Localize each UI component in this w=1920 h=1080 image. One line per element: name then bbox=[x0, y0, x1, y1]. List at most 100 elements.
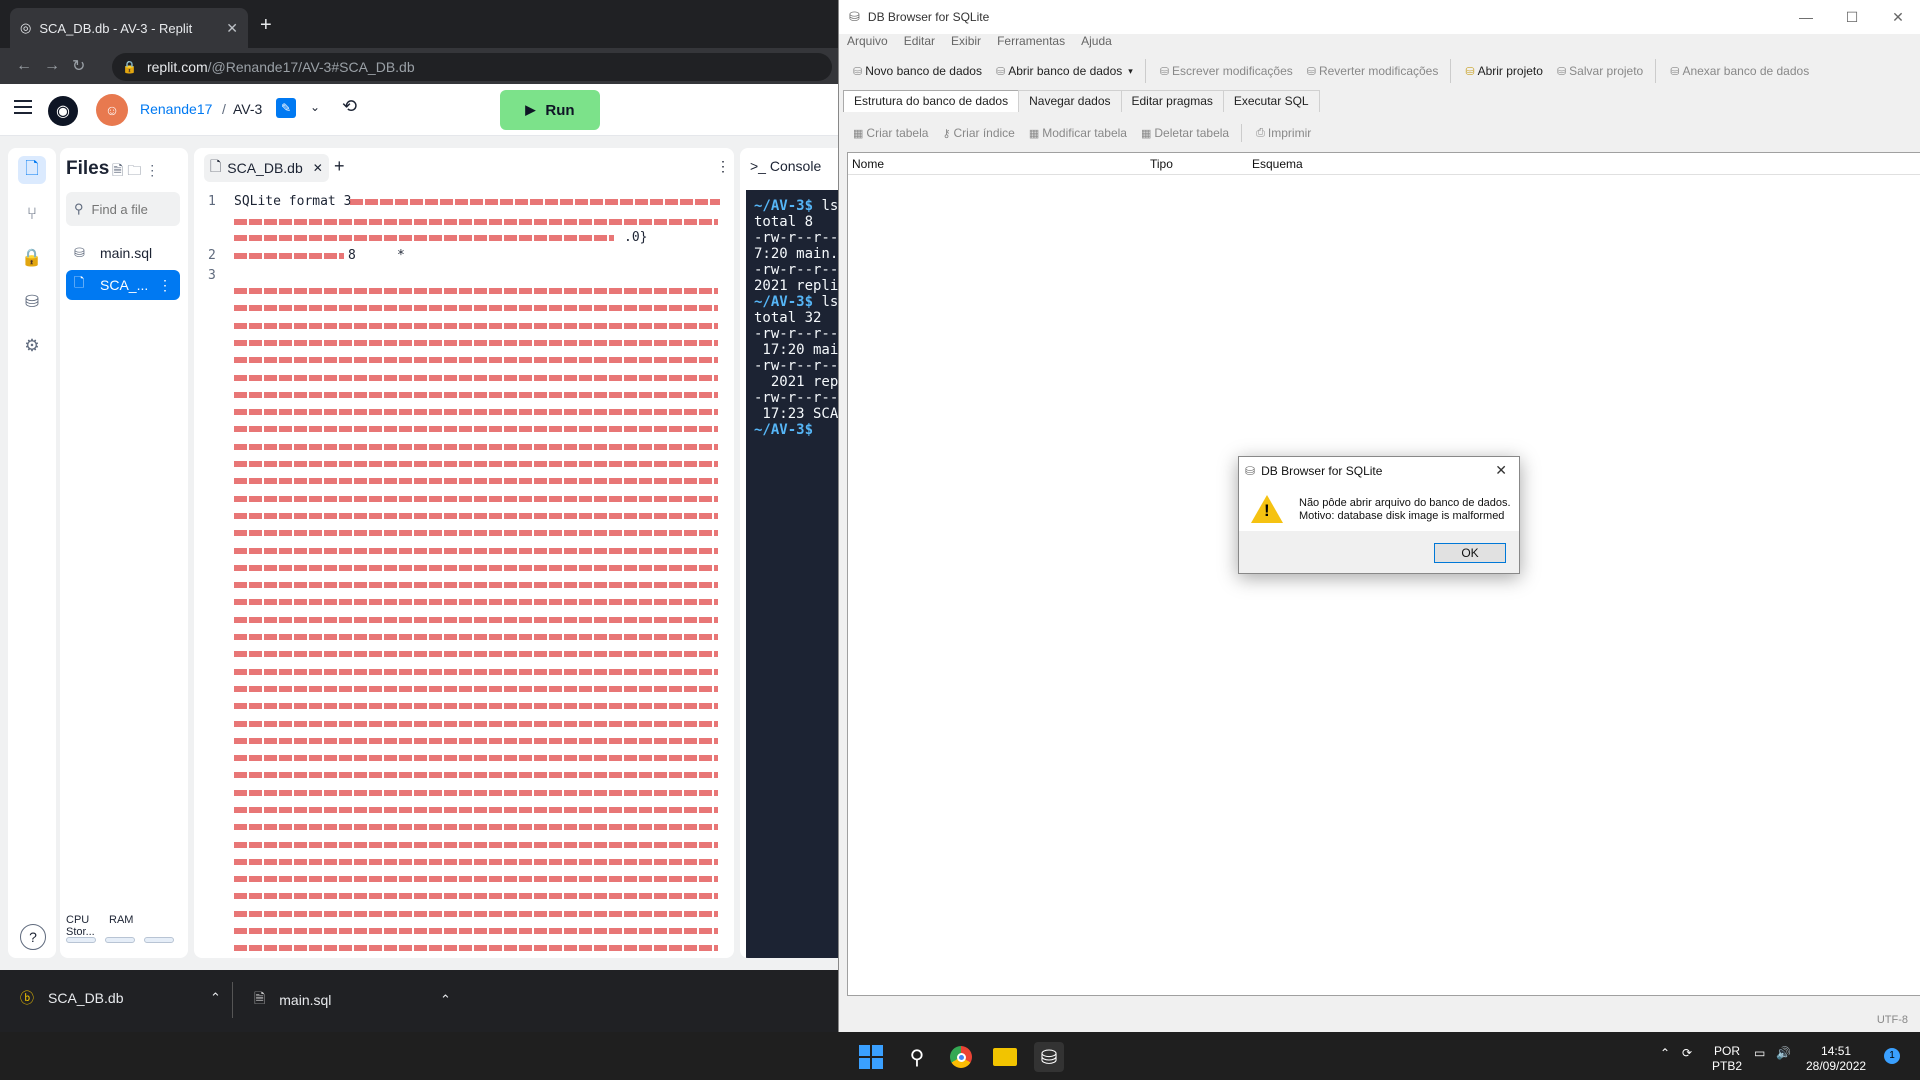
close-icon[interactable]: ✕ bbox=[313, 161, 323, 175]
new-file-icon[interactable]: 🗎 bbox=[112, 162, 127, 178]
new-tab-button[interactable]: + bbox=[260, 14, 272, 37]
network-icon[interactable]: ▭ bbox=[1754, 1046, 1765, 1061]
maximize-icon[interactable]: ☐ bbox=[1829, 0, 1875, 34]
volume-icon[interactable]: 🔊 bbox=[1776, 1046, 1791, 1061]
search-input[interactable] bbox=[91, 201, 172, 217]
download-item-sca-db[interactable]: ⓑ SCA_DB.db ⌃ bbox=[20, 988, 221, 1008]
forward-icon[interactable]: → bbox=[44, 57, 60, 75]
delete-table-button[interactable]: ▦ Deletar tabela bbox=[1141, 126, 1229, 140]
attach-database-icon: ⛁ bbox=[1670, 65, 1680, 78]
editor-tab[interactable]: 🗋 SCA_DB.db ✕ bbox=[204, 154, 329, 182]
menu-arquivo[interactable]: Arquivo bbox=[847, 34, 888, 54]
search-icon[interactable]: ⚲ bbox=[902, 1042, 932, 1072]
cpu-label: CPU bbox=[66, 914, 90, 926]
back-icon[interactable]: ← bbox=[16, 57, 32, 75]
error-dialog: ⛁ DB Browser for SQLite ✕ ! Não pôde abr… bbox=[1238, 456, 1520, 574]
console-tab[interactable]: >_ Console bbox=[750, 158, 821, 174]
files-icon[interactable]: 🗋 bbox=[18, 156, 46, 184]
url-field[interactable]: 🔒 replit.com/@Renande17/AV-3#SCA_DB.db bbox=[112, 53, 832, 81]
menu-ajuda[interactable]: Ajuda bbox=[1081, 34, 1112, 54]
open-database-button[interactable]: ⛁ Abrir banco de dados ▾ bbox=[996, 64, 1133, 78]
more-options-icon[interactable]: ⋮ bbox=[716, 158, 730, 175]
project-name[interactable]: AV-3 bbox=[233, 101, 262, 117]
toolbar-label: Salvar projeto bbox=[1569, 64, 1644, 78]
ram-bar bbox=[105, 937, 135, 943]
run-button[interactable]: ▶ Run bbox=[500, 90, 600, 130]
lock-icon[interactable]: 🔒 bbox=[18, 244, 46, 272]
terminal-line: -rw-r--r-- bbox=[754, 230, 839, 246]
chrome-icon[interactable] bbox=[946, 1042, 976, 1072]
replit-logo-icon[interactable]: ◉ bbox=[48, 96, 78, 126]
column-header-schema[interactable]: Esquema bbox=[1252, 157, 1303, 171]
storage-bar bbox=[144, 937, 174, 943]
help-icon[interactable]: ? bbox=[20, 924, 46, 950]
chevron-up-icon[interactable]: ⌃ bbox=[440, 992, 451, 1008]
null-bytes bbox=[234, 426, 718, 432]
files-title: Files bbox=[66, 158, 110, 179]
history-icon[interactable]: ⟲ bbox=[342, 96, 357, 117]
save-project-button[interactable]: ⛁ Salvar projeto bbox=[1557, 64, 1643, 78]
tab-execute-sql[interactable]: Executar SQL bbox=[1222, 90, 1320, 112]
menu-exibir[interactable]: Exibir bbox=[951, 34, 981, 54]
terminal-icon: >_ bbox=[750, 158, 770, 174]
db-browser-taskbar-icon[interactable]: ⛁ bbox=[1034, 1042, 1064, 1072]
new-database-button[interactable]: ⛁ Novo banco de dados bbox=[853, 64, 982, 78]
code-area[interactable]: 1 SQLite format 3 .0} 2 8 * 3 bbox=[194, 190, 734, 958]
minimize-icon[interactable]: — bbox=[1783, 0, 1829, 34]
dialog-body: ! Não pôde abrir arquivo do banco de dad… bbox=[1239, 485, 1519, 531]
line-number: 2 bbox=[208, 248, 216, 263]
chevron-up-icon[interactable]: ⌃ bbox=[210, 990, 221, 1006]
reload-icon[interactable]: ↻ bbox=[72, 56, 88, 76]
edit-icon[interactable]: ✎ bbox=[276, 98, 296, 118]
address-bar-row: ← → ↻ 🔒 replit.com/@Renande17/AV-3#SCA_D… bbox=[0, 48, 840, 84]
print-button[interactable]: ⎙ Imprimir bbox=[1256, 126, 1311, 140]
tab-database-structure[interactable]: Estrutura do banco de dados bbox=[843, 90, 1020, 112]
gear-icon[interactable]: ⚙ bbox=[18, 332, 46, 360]
more-options-icon[interactable]: ⋮ bbox=[145, 162, 163, 178]
chevron-up-icon[interactable]: ⌃ bbox=[1660, 1046, 1670, 1061]
more-options-icon[interactable]: ⋮ bbox=[158, 277, 172, 294]
language-indicator[interactable]: POR PTB2 bbox=[1712, 1044, 1742, 1074]
attach-database-button[interactable]: ⛁ Anexar banco de dados bbox=[1670, 64, 1809, 78]
ram-label: RAM bbox=[109, 914, 134, 926]
write-changes-button[interactable]: ⛁ Escrever modificações bbox=[1160, 64, 1293, 78]
start-button[interactable] bbox=[856, 1042, 886, 1072]
null-bytes bbox=[234, 721, 718, 727]
sync-icon[interactable]: ⟳ bbox=[1682, 1046, 1692, 1061]
file-item-main-sql[interactable]: ⛁ main.sql bbox=[66, 238, 180, 268]
file-item-sca-db[interactable]: 🗋 SCA_... ⋮ bbox=[66, 270, 180, 300]
version-control-icon[interactable]: ⑂ bbox=[18, 200, 46, 228]
username-link[interactable]: Renande17 bbox=[140, 101, 212, 117]
create-table-button[interactable]: ▦ Criar tabela bbox=[853, 126, 928, 140]
file-explorer-icon[interactable] bbox=[990, 1042, 1020, 1072]
clock[interactable]: 14:51 28/09/2022 bbox=[1806, 1044, 1866, 1074]
avatar[interactable]: ☺ bbox=[96, 94, 128, 126]
close-icon[interactable]: ✕ bbox=[1495, 462, 1507, 479]
menu-icon[interactable] bbox=[14, 100, 32, 114]
menu-ferramentas[interactable]: Ferramentas bbox=[997, 34, 1065, 54]
close-icon[interactable]: ✕ bbox=[1875, 0, 1920, 34]
new-folder-icon[interactable]: 🗀 bbox=[127, 162, 145, 178]
tab-edit-pragmas[interactable]: Editar pragmas bbox=[1120, 90, 1224, 112]
column-header-type[interactable]: Tipo bbox=[1150, 157, 1173, 171]
modify-table-button[interactable]: ▦ Modificar tabela bbox=[1029, 126, 1127, 140]
schema-tree[interactable]: Nome Tipo Esquema bbox=[847, 152, 1920, 996]
column-header-name[interactable]: Nome bbox=[852, 157, 884, 171]
dropdown-icon[interactable]: ▾ bbox=[1128, 66, 1133, 77]
chevron-down-icon[interactable]: ⌄ bbox=[310, 100, 320, 114]
download-item-main-sql[interactable]: 🗎 main.sql ⌃ bbox=[254, 988, 451, 1012]
ok-button[interactable]: OK bbox=[1434, 543, 1506, 563]
terminal-output[interactable]: ~/AV-3$ ls total 8 -rw-r--r-- 7:20 main.s -r… bbox=[746, 190, 840, 958]
notification-badge[interactable]: 1 bbox=[1884, 1048, 1900, 1064]
open-project-button[interactable]: ⛁ Abrir projeto bbox=[1465, 64, 1543, 78]
add-tab-icon[interactable]: + bbox=[334, 156, 345, 177]
null-bytes bbox=[234, 375, 718, 381]
close-tab-icon[interactable]: ✕ bbox=[226, 20, 238, 37]
create-index-button[interactable]: ⚷ Criar índice bbox=[942, 126, 1014, 140]
database-icon[interactable]: ⛁ bbox=[18, 288, 46, 316]
downloads-bar: ⓑ SCA_DB.db ⌃ 🗎 main.sql ⌃ bbox=[0, 970, 838, 1032]
revert-changes-button[interactable]: ⛁ Reverter modificações bbox=[1307, 64, 1439, 78]
tab-browse-data[interactable]: Navegar dados bbox=[1018, 90, 1122, 112]
browser-tab[interactable]: ◎ SCA_DB.db - AV-3 - Replit ✕ bbox=[10, 8, 248, 48]
menu-editar[interactable]: Editar bbox=[904, 34, 935, 54]
